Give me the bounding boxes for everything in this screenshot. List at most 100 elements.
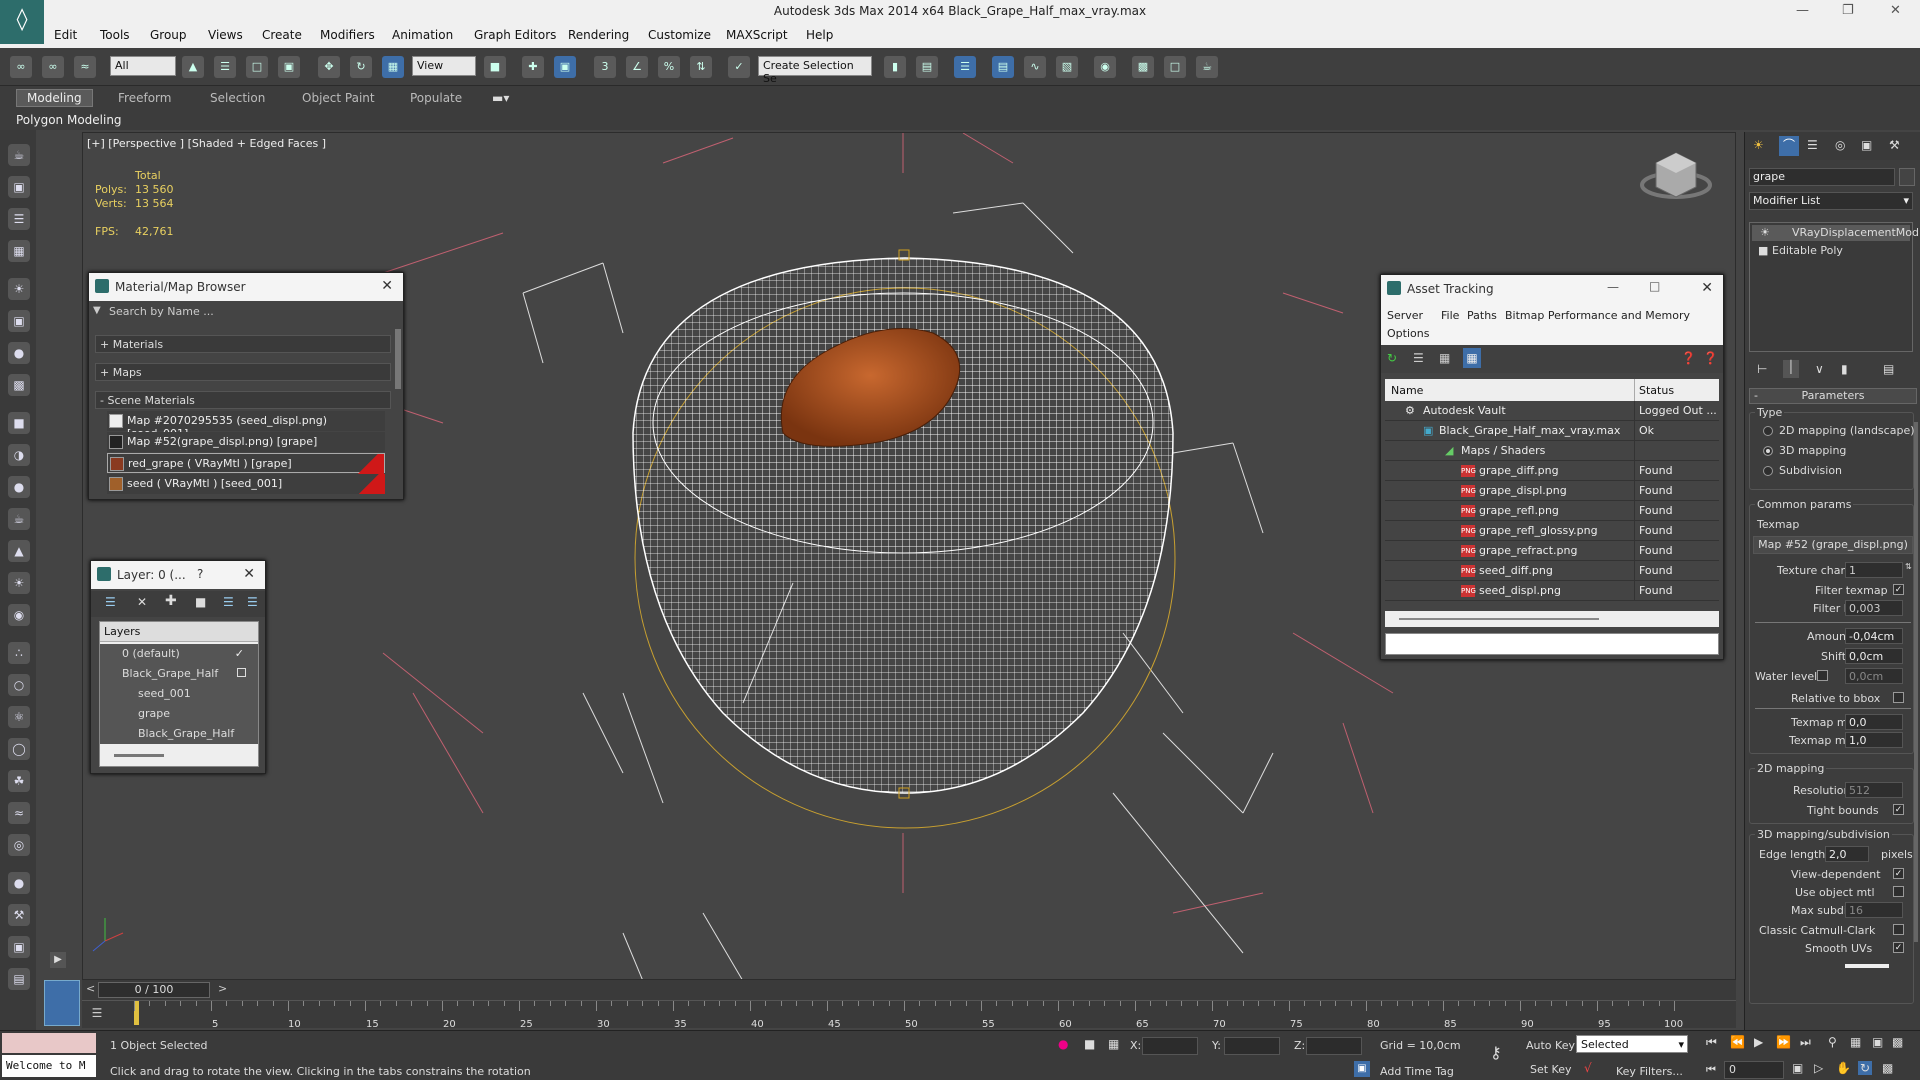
move-icon[interactable]: ✥ [318, 56, 340, 78]
sun-icon[interactable]: ☀ [8, 572, 30, 594]
molecule-icon[interactable]: ○ [8, 674, 30, 696]
pin-stack-icon[interactable]: ⊢ [1757, 362, 1767, 376]
menu-rendering[interactable]: Rendering [568, 28, 629, 42]
command-scrollbar[interactable] [1914, 422, 1918, 942]
selection-filter-dropdown[interactable]: All [110, 56, 176, 76]
texmap-min-input[interactable]: 0,0 [1845, 714, 1903, 730]
material-sphere-icon[interactable]: ◉ [8, 604, 30, 626]
menu-views[interactable]: Views [208, 28, 243, 42]
trash-icon[interactable]: ▤ [8, 968, 30, 990]
object-color-swatch[interactable] [1899, 168, 1915, 186]
curve-editor-icon[interactable]: ∿ [1024, 56, 1046, 78]
motion-tab-icon[interactable]: ◎ [1835, 138, 1845, 152]
make-unique-icon[interactable]: ∨ [1815, 362, 1824, 376]
table-row[interactable]: PNG grape_refl_glossy.png Found [1385, 521, 1719, 541]
table-row[interactable]: PNG seed_displ.png Found [1385, 581, 1719, 601]
texmap-button[interactable]: Map #52 (grape_displ.png) [1753, 536, 1913, 554]
field-of-view-icon[interactable]: ▷ [1814, 1061, 1823, 1075]
smooth-uvs-checkbox[interactable]: ✓ [1893, 942, 1904, 953]
asset-path-field[interactable] [1385, 633, 1719, 655]
zoom-extents-icon[interactable]: ▣ [1872, 1035, 1883, 1049]
prev-key-icon[interactable]: ⏪ [1730, 1035, 1745, 1049]
viewport-label[interactable]: [+] [Perspective ] [Shaded + Edged Faces… [87, 137, 326, 150]
layer-row-grape[interactable]: grape [138, 704, 246, 724]
material-item[interactable]: Map #52(grape_displ.png) [grape] [107, 432, 385, 452]
maximize-viewport-icon[interactable]: ▩ [1882, 1061, 1893, 1075]
parameters-rollout[interactable]: Parameters - [1749, 388, 1917, 404]
tab-freeform[interactable]: Freeform [118, 91, 171, 105]
radio-subdivision[interactable] [1763, 466, 1773, 476]
menu-graph-editors[interactable]: Graph Editors [474, 28, 556, 42]
track-bar[interactable]: ☰ 5 10 15 20 25 30 35 40 45 50 55 60 65 … [82, 1000, 1736, 1030]
edge-length-input[interactable]: 2,0 [1825, 846, 1869, 862]
layer-row-black-grape-half[interactable]: Black_Grape_Half [122, 664, 246, 684]
menu-edit[interactable]: Edit [54, 28, 77, 42]
lock-icon[interactable]: ■ [1084, 1037, 1095, 1051]
spinner-icon[interactable]: ⇅ [1905, 562, 1912, 571]
time-slider[interactable]: < 0 / 100 > [82, 980, 1736, 1000]
sphere-icon[interactable]: ● [8, 476, 30, 498]
cone-icon[interactable]: ▲ [8, 540, 30, 562]
tab-populate[interactable]: Populate [410, 91, 462, 105]
orbit-icon[interactable]: ↻ [1858, 1061, 1873, 1075]
material-item[interactable]: seed ( VRayMtl ) [seed_001] [107, 474, 385, 494]
show-end-result-icon[interactable]: │ [1783, 360, 1799, 378]
close-icon[interactable]: ✕ [1890, 3, 1901, 18]
zoom-all-icon[interactable]: ▦ [1850, 1035, 1861, 1049]
named-selection-dropdown[interactable]: Create Selection Se [758, 56, 872, 85]
table-row[interactable]: PNG grape_displ.png Found [1385, 481, 1719, 501]
reference-coord-dropdown[interactable]: View [412, 56, 476, 76]
unlink-icon[interactable]: ∞ [42, 56, 64, 78]
shift-input[interactable]: 0,0cm [1845, 648, 1903, 664]
maxscript-listener[interactable] [2, 1033, 96, 1053]
radio-3d-mapping[interactable] [1763, 446, 1773, 456]
filter-texmap-checkbox[interactable]: ✓ [1893, 584, 1904, 595]
resolution-input[interactable]: 512 [1845, 782, 1903, 798]
menu-animation[interactable]: Animation [392, 28, 453, 42]
close-icon[interactable]: ✕ [243, 566, 255, 582]
delete-icon[interactable]: ✕ [137, 595, 147, 609]
ribbon-options-icon[interactable]: ▬▾ [492, 91, 509, 105]
render-icon[interactable]: ▣ [8, 176, 30, 198]
layer-manager-icon[interactable]: ☰ [954, 56, 976, 78]
menu-paths[interactable]: Paths [1467, 309, 1497, 322]
percent-snap-icon[interactable]: % [658, 56, 680, 78]
object-name-input[interactable]: grape [1749, 168, 1895, 186]
add-time-tag[interactable]: Add Time Tag [1380, 1065, 1454, 1078]
close-icon[interactable]: ✕ [1701, 280, 1713, 296]
utilities-tab-icon[interactable]: ⚒ [1889, 138, 1900, 152]
zoom-icon[interactable]: ⚲ [1828, 1035, 1837, 1049]
keyboard-shortcut-icon[interactable]: ▣ [554, 56, 576, 78]
max-subdivs-input[interactable]: 16 [1845, 902, 1903, 918]
layers-icon[interactable]: ☰ [105, 595, 116, 609]
table-row[interactable]: ⚙ Autodesk Vault Logged Out ... [1385, 401, 1719, 421]
rect-selection-icon[interactable]: □ [246, 56, 268, 78]
polygon-modeling-bar[interactable]: Polygon Modeling [0, 110, 1920, 130]
view-dependent-checkbox[interactable]: ✓ [1893, 868, 1904, 879]
layer-row-black-grape[interactable]: Black_Grape_Half [138, 724, 246, 744]
teapot-icon[interactable]: ☕ [8, 144, 30, 166]
hierarchy-tab-icon[interactable]: ☰ [1807, 138, 1818, 152]
layer-row-default[interactable]: 0 (default) ✓ [122, 644, 246, 664]
maximize-icon[interactable]: □ [1649, 279, 1660, 293]
x-coord-input[interactable] [1142, 1037, 1198, 1055]
edit-named-selection-icon[interactable]: ✓ [728, 56, 750, 78]
vault-help-icon[interactable]: ❓ [1703, 351, 1718, 365]
select-manipulate-icon[interactable]: ✚ [522, 56, 544, 78]
script-icon[interactable]: ▣ [8, 936, 30, 958]
scrollbar[interactable] [395, 329, 401, 389]
goto-start-icon[interactable]: ⏮ [1706, 1035, 1717, 1050]
goto-end-icon[interactable]: ⏭ [1800, 1035, 1811, 1050]
menu-tools[interactable]: Tools [100, 28, 130, 42]
asset-tracking-header[interactable]: Asset Tracking — □ ✕ [1381, 275, 1723, 305]
key-icon[interactable]: ⚷ [1490, 1043, 1502, 1062]
table-row[interactable]: PNG grape_diff.png Found [1385, 461, 1719, 481]
z-coord-input[interactable] [1306, 1037, 1362, 1055]
table-row[interactable]: PNG seed_diff.png Found [1385, 561, 1719, 581]
create-tab-icon[interactable]: ☀ [1753, 138, 1764, 152]
maximize-toggle-icon[interactable]: ▩ [1892, 1035, 1903, 1049]
select-icon[interactable]: ■ [195, 595, 206, 609]
graphite-toolbar-icon[interactable]: ▤ [992, 56, 1014, 78]
section-maps[interactable]: + Maps [95, 363, 391, 381]
section-scene-materials[interactable]: - Scene Materials [95, 391, 391, 409]
